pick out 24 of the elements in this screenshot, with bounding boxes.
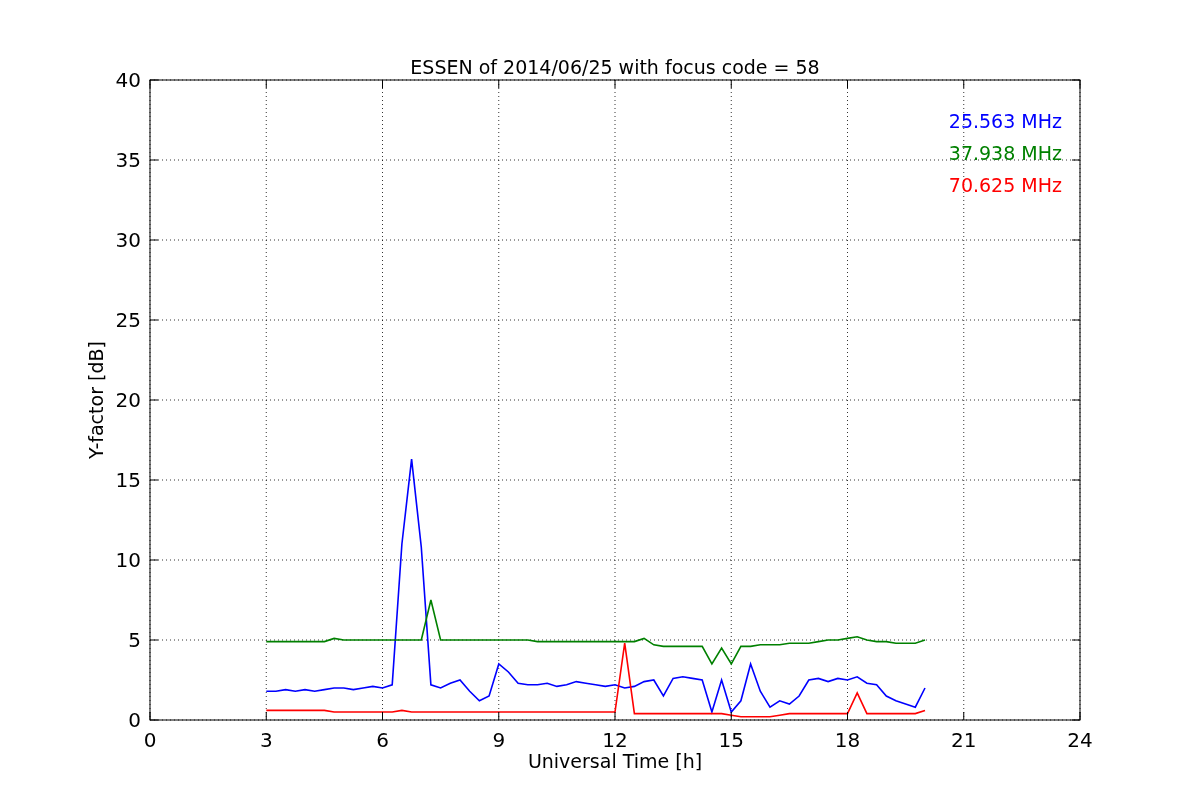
- x-tick-label: 12: [602, 728, 628, 752]
- y-tick-label: 40: [115, 68, 141, 92]
- y-tick-label: 5: [128, 628, 141, 652]
- x-axis-label: Universal Time [h]: [527, 750, 703, 772]
- y-tick-label: 30: [115, 228, 141, 252]
- x-tick-label: 0: [143, 728, 157, 752]
- y-axis-label: Y-factor [dB]: [85, 341, 107, 459]
- x-tick-label: 15: [718, 728, 744, 752]
- y-tick-label: 35: [115, 148, 141, 172]
- y-tick-label: 10: [115, 548, 141, 572]
- y-tick-label: 15: [115, 468, 141, 492]
- legend-label: 25.563 MHz: [948, 110, 1062, 132]
- x-tick-label: 6: [376, 728, 389, 752]
- y-tick-label: 20: [115, 388, 141, 412]
- chart-title: ESSEN of 2014/06/25 with focus code = 58: [410, 56, 820, 78]
- x-tick-label: 24: [1067, 728, 1093, 752]
- x-tick-label: 9: [492, 728, 506, 752]
- x-tick-label: 3: [259, 728, 273, 752]
- legend-label: 37.938 MHz: [948, 142, 1062, 164]
- y-tick-label: 0: [128, 708, 141, 732]
- y-tick-label: 25: [115, 308, 141, 332]
- legend-label: 70.625 MHz: [948, 174, 1062, 196]
- x-tick-label: 21: [951, 728, 977, 752]
- x-tick-label: 18: [834, 728, 861, 752]
